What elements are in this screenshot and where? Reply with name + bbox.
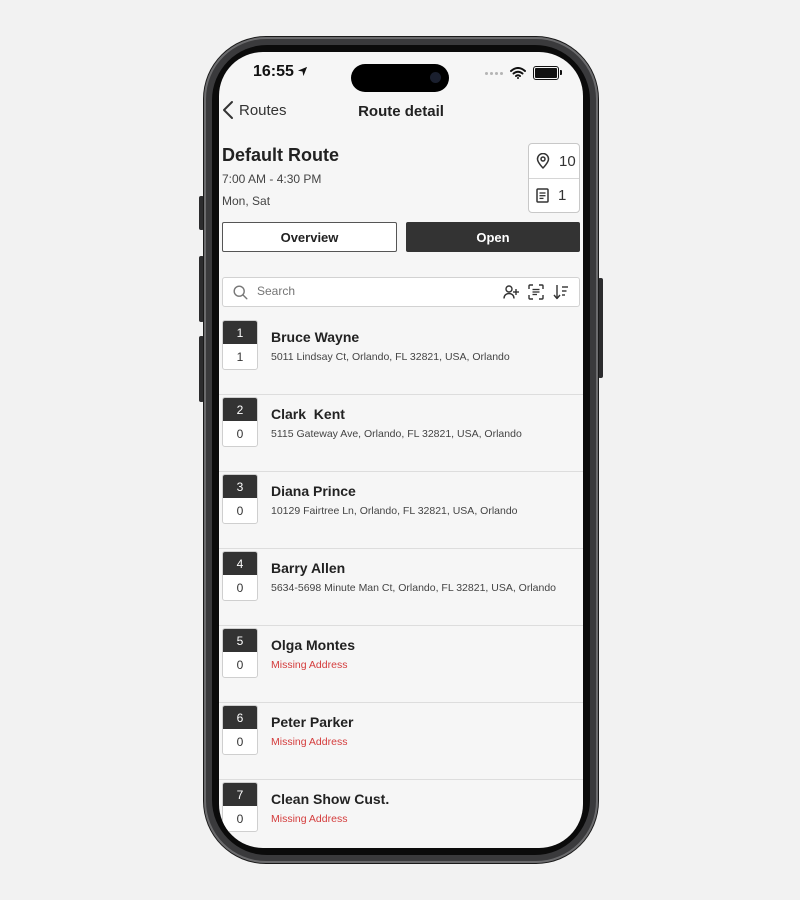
- stop-name: Peter Parker: [271, 714, 354, 730]
- stop-name: Diana Prince: [271, 483, 356, 499]
- missing-address-label: Missing Address: [271, 813, 348, 825]
- map-pin-icon: [536, 153, 550, 169]
- stop-number: 1: [223, 321, 257, 344]
- stops-list: 1 1 Bruce Wayne 5011 Lindsay Ct, Orlando…: [219, 318, 583, 848]
- stops-count-stat: 10: [529, 144, 579, 178]
- add-user-icon[interactable]: [503, 284, 519, 300]
- stop-number: 4: [223, 552, 257, 575]
- scan-icon[interactable]: [528, 284, 544, 300]
- stop-address: 5115 Gateway Ave, Orlando, FL 32821, USA…: [271, 428, 522, 440]
- location-arrow-icon: [297, 66, 308, 77]
- stop-row-5[interactable]: 5 0 Olga Montes Missing Address: [219, 626, 583, 703]
- stop-badge: 3 0: [222, 474, 258, 524]
- nav-bar: Routes Route detail: [219, 98, 583, 128]
- route-days: Mon, Sat: [222, 194, 271, 208]
- page-title: Route detail: [358, 103, 444, 120]
- stop-item-count: 1: [236, 349, 244, 364]
- stop-number: 2: [223, 398, 257, 421]
- stop-item-count: 0: [236, 657, 244, 672]
- missing-address-label: Missing Address: [271, 659, 348, 671]
- search-input[interactable]: [257, 284, 457, 298]
- tab-overview[interactable]: Overview: [222, 222, 397, 252]
- stop-badge: 1 1: [222, 320, 258, 370]
- sort-icon[interactable]: [553, 284, 569, 300]
- stop-number: 6: [223, 706, 257, 729]
- missing-address-label: Missing Address: [271, 736, 348, 748]
- stop-item-count: 0: [236, 503, 244, 518]
- stop-number: 7: [223, 783, 257, 806]
- status-bar: 16:55: [219, 52, 583, 96]
- stop-address: 5011 Lindsay Ct, Orlando, FL 32821, USA,…: [271, 351, 510, 363]
- phone-screen: 16:55 Routes Route detail Default Route …: [219, 52, 583, 848]
- status-indicators: [485, 66, 562, 80]
- stop-item-count: 0: [236, 734, 244, 749]
- stop-badge: 6 0: [222, 705, 258, 755]
- stop-name: Bruce Wayne: [271, 329, 360, 345]
- stop-badge: 4 0: [222, 551, 258, 601]
- document-icon: [536, 188, 549, 203]
- stop-row-1[interactable]: 1 1 Bruce Wayne 5011 Lindsay Ct, Orlando…: [219, 318, 583, 395]
- stop-name: Clean Show Cust.: [271, 791, 390, 807]
- stop-item-count: 0: [236, 426, 244, 441]
- stop-address: 10129 Fairtree Ln, Orlando, FL 32821, US…: [271, 505, 518, 517]
- power-button: [598, 278, 603, 378]
- route-stats: 10 1: [528, 143, 580, 213]
- docs-count: 1: [558, 187, 567, 204]
- wifi-icon: [510, 67, 526, 79]
- stop-item-count: 0: [236, 580, 244, 595]
- stop-name: Olga Montes: [271, 637, 356, 653]
- stops-count: 10: [559, 152, 576, 170]
- stop-address: 5634-5698 Minute Man Ct, Orlando, FL 328…: [271, 582, 557, 594]
- stop-name: Clark Kent: [271, 406, 345, 422]
- front-camera-icon: [430, 72, 441, 83]
- battery-icon: [533, 66, 562, 80]
- status-time: 16:55: [253, 63, 294, 80]
- docs-count-stat: 1: [529, 178, 579, 212]
- tab-open[interactable]: Open: [406, 222, 580, 252]
- stop-row-2[interactable]: 2 0 Clark Kent 5115 Gateway Ave, Orlando…: [219, 395, 583, 472]
- stop-row-4[interactable]: 4 0 Barry Allen 5634-5698 Minute Man Ct,…: [219, 549, 583, 626]
- stop-number: 5: [223, 629, 257, 652]
- stop-row-7[interactable]: 7 0 Clean Show Cust. Missing Address: [219, 780, 583, 848]
- stop-item-count: 0: [236, 811, 244, 826]
- stop-row-3[interactable]: 3 0 Diana Prince 10129 Fairtree Ln, Orla…: [219, 472, 583, 549]
- stop-name: Barry Allen: [271, 560, 346, 576]
- dynamic-island: [351, 64, 449, 92]
- stop-badge: 7 0: [222, 782, 258, 832]
- search-actions: [503, 284, 569, 300]
- route-name: Default Route: [222, 145, 339, 165]
- route-hours: 7:00 AM - 4:30 PM: [222, 172, 322, 186]
- cellular-signal-icon: [485, 71, 503, 75]
- stop-badge: 5 0: [222, 628, 258, 678]
- search-icon: [233, 285, 248, 300]
- stop-row-6[interactable]: 6 0 Peter Parker Missing Address: [219, 703, 583, 780]
- search-bar: [222, 277, 580, 307]
- stop-badge: 2 0: [222, 397, 258, 447]
- stop-number: 3: [223, 475, 257, 498]
